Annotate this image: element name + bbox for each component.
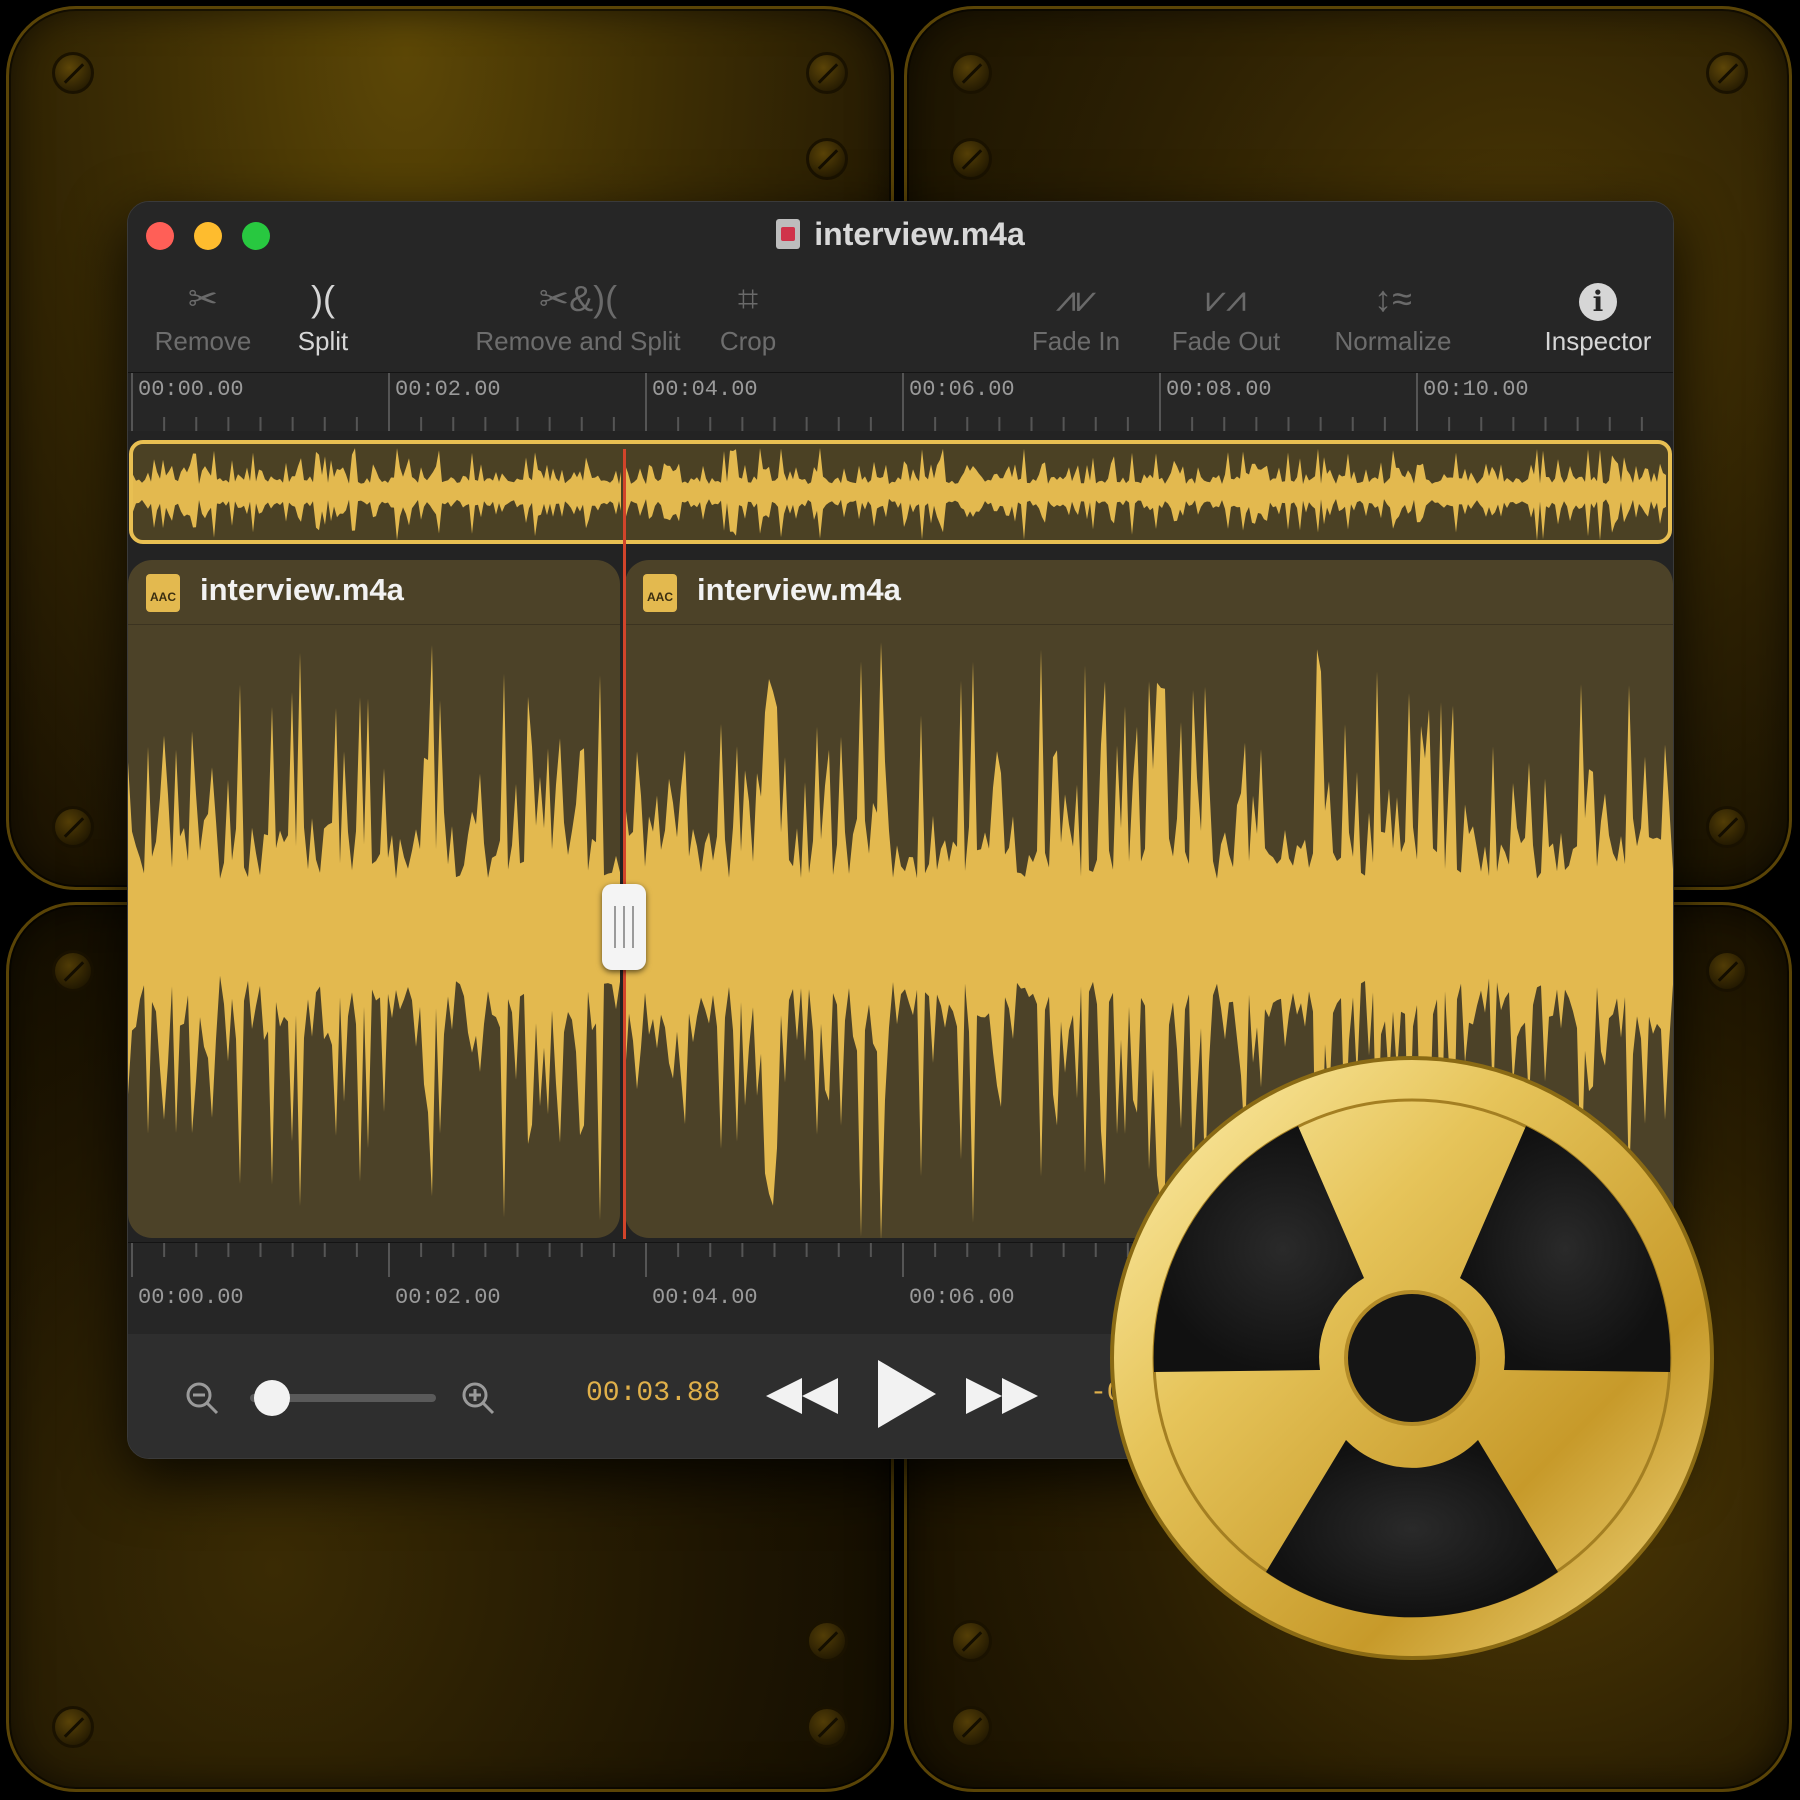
fade-out-icon: ⩗⩘ <box>1205 278 1247 319</box>
zoom-out-icon[interactable] <box>184 1380 220 1425</box>
overview-waveform[interactable] <box>129 440 1672 544</box>
screw-icon <box>1706 950 1748 992</box>
inspector-button[interactable]: i Inspector <box>1528 272 1668 357</box>
ruler-label: 00:02.00 <box>395 377 501 402</box>
crop-label: Crop <box>719 326 777 356</box>
rewind-icon <box>766 1378 838 1414</box>
screw-icon <box>950 52 992 94</box>
reel-app-icon <box>1110 1056 1714 1660</box>
aac-file-icon: AAC <box>146 574 180 612</box>
fade-in-button[interactable]: ⩘⩗ Fade In <box>1016 272 1136 357</box>
fade-out-label: Fade Out <box>1171 326 1281 356</box>
ruler-label: 00:06.00 <box>909 1285 1015 1310</box>
split-label: Split <box>297 326 349 356</box>
document-icon <box>776 219 801 249</box>
clip-name: interview.m4a <box>200 572 404 607</box>
fast-forward-button[interactable] <box>962 1364 1040 1433</box>
normalize-button[interactable]: ↕≈ Normalize <box>1308 272 1478 357</box>
split-icon: )( <box>311 278 335 319</box>
screw-icon <box>1706 806 1748 848</box>
ruler-label: 00:02.00 <box>395 1285 501 1310</box>
screw-icon <box>950 138 992 180</box>
rewind-button[interactable] <box>764 1364 842 1433</box>
ruler-label: 00:10.00 <box>1423 377 1529 402</box>
fade-out-button[interactable]: ⩗⩘ Fade Out <box>1156 272 1296 357</box>
split-drag-handle[interactable] <box>602 884 646 970</box>
screw-icon <box>950 1706 992 1748</box>
play-icon <box>878 1360 936 1428</box>
clip-format: AAC <box>647 590 673 604</box>
ruler-label: 00:04.00 <box>652 377 758 402</box>
audio-clip[interactable]: AAC interview.m4a <box>128 560 620 1238</box>
screw-icon <box>52 950 94 992</box>
crop-icon: ⌗ <box>737 278 759 319</box>
screw-icon <box>806 138 848 180</box>
screw-icon <box>1706 52 1748 94</box>
timeline-ruler-top[interactable]: 00:00.00 00:02.00 00:04.00 00:06.00 00:0… <box>128 372 1673 431</box>
ruler-label: 00:08.00 <box>1166 377 1272 402</box>
clip-name: interview.m4a <box>697 572 901 607</box>
normalize-icon: ↕≈ <box>1374 278 1412 319</box>
clip-header: AAC interview.m4a <box>128 560 620 625</box>
remove-label: Remove <box>154 326 252 356</box>
screw-icon <box>806 1706 848 1748</box>
screw-icon <box>806 52 848 94</box>
screw-icon <box>950 1620 992 1662</box>
current-time: 00:03.88 <box>586 1378 721 1409</box>
remove-and-split-label: Remove and Split <box>475 326 681 356</box>
fast-forward-icon <box>966 1378 1038 1414</box>
split-button[interactable]: )( Split <box>278 272 368 357</box>
normalize-label: Normalize <box>1334 326 1452 356</box>
window-title-text: interview.m4a <box>814 216 1025 252</box>
inspector-label: Inspector <box>1544 326 1652 356</box>
clip-header: AAC interview.m4a <box>625 560 1673 625</box>
screw-icon <box>52 52 94 94</box>
screw-icon <box>806 1620 848 1662</box>
playhead[interactable] <box>623 449 626 1239</box>
fade-in-icon: ⩘⩗ <box>1055 278 1097 319</box>
play-button[interactable] <box>872 1354 940 1439</box>
ruler-label: 00:00.00 <box>138 377 244 402</box>
clip-format: AAC <box>150 590 176 604</box>
aac-file-icon: AAC <box>643 574 677 612</box>
scissors-icon: ✂ <box>187 278 219 319</box>
ruler-label: 00:00.00 <box>138 1285 244 1310</box>
ruler-label: 00:06.00 <box>909 377 1015 402</box>
remove-and-split-button[interactable]: ✂&)( Remove and Split <box>428 272 728 357</box>
remove-split-icon: ✂&)( <box>538 278 618 319</box>
ruler-label: 00:04.00 <box>652 1285 758 1310</box>
titlebar: interview.m4a ✂ Remove )( Split ✂&)( Rem… <box>128 202 1673 372</box>
overview-waveform-graphic <box>133 444 1666 541</box>
screw-icon <box>52 806 94 848</box>
fade-in-label: Fade In <box>1031 326 1121 356</box>
zoom-slider-knob[interactable] <box>253 1380 290 1416</box>
window-title: interview.m4a <box>128 216 1673 253</box>
screw-icon <box>52 1706 94 1748</box>
remove-button[interactable]: ✂ Remove <box>128 272 278 357</box>
zoom-in-icon[interactable] <box>460 1380 496 1425</box>
clip-waveform <box>128 645 620 1221</box>
info-icon: i <box>1579 283 1617 321</box>
crop-button[interactable]: ⌗ Crop <box>688 272 808 357</box>
